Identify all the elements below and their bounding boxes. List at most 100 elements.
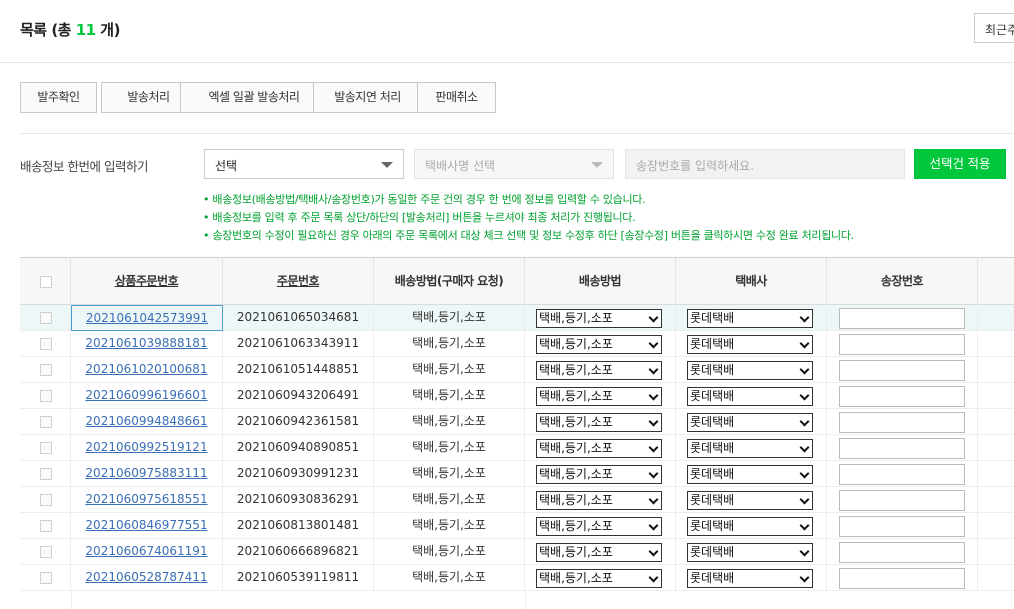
courier-select[interactable]: 롯데택배 — [687, 543, 813, 562]
method-value: 택배,등기,소포 — [539, 467, 613, 481]
invoice-input[interactable] — [839, 334, 965, 355]
page-title: 목록 (총 11 개) — [20, 19, 120, 40]
invoice-input[interactable] — [839, 516, 965, 537]
invoice-input[interactable] — [839, 542, 965, 563]
method-cell: 택배,등기,소포 — [525, 383, 676, 409]
chevron-down-icon — [648, 520, 659, 531]
table-row[interactable]: 2021060996196601 2021060943206491 택배,등기,소포… — [20, 383, 1014, 409]
header-checkbox-cell — [20, 258, 71, 305]
product-order-no-link[interactable]: 2021060975883111 — [71, 461, 223, 487]
select-all-checkbox[interactable] — [40, 276, 52, 288]
product-order-no-link[interactable]: 2021060996196601 — [71, 383, 223, 409]
row-checkbox[interactable] — [40, 416, 52, 428]
method-select[interactable]: 택배,등기,소포 — [536, 309, 662, 328]
product-order-no-link[interactable]: 2021060975618551 — [71, 487, 223, 513]
method-select[interactable]: 택배,등기,소포 — [536, 335, 662, 354]
courier-select[interactable]: 롯데택배 — [687, 387, 813, 406]
courier-select[interactable]: 롯데택배 — [687, 309, 813, 328]
confirm-order-button[interactable]: 발주확인 — [20, 82, 97, 113]
order-no: 2021060940890851 — [223, 435, 374, 461]
row-checkbox[interactable] — [40, 468, 52, 480]
requested-method: 택배,등기,소포 — [374, 539, 525, 565]
courier-select[interactable]: 롯데택배 — [687, 335, 813, 354]
row-checkbox-cell — [20, 357, 71, 383]
order-no: 2021060930991231 — [223, 461, 374, 487]
cancel-sale-button[interactable]: 판매취소 — [417, 82, 496, 113]
row-checkbox[interactable] — [40, 546, 52, 558]
product-order-no-link[interactable]: 2021060846977551 — [71, 513, 223, 539]
courier-cell: 롯데택배 — [676, 565, 827, 591]
product-order-no-link[interactable]: 2021061042573991 — [71, 305, 223, 331]
chevron-down-icon — [648, 468, 659, 479]
table-row[interactable]: 2021060994848661 2021060942361581 택배,등기,소포… — [20, 409, 1014, 435]
row-checkbox[interactable] — [40, 364, 52, 376]
table-row[interactable]: 2021061042573991 2021061065034681 택배,등기,소포… — [20, 305, 1014, 331]
row-checkbox[interactable] — [40, 338, 52, 350]
bulk-method-select[interactable]: 선택 — [204, 149, 404, 179]
method-select[interactable]: 택배,등기,소포 — [536, 543, 662, 562]
courier-select[interactable]: 롯데택배 — [687, 439, 813, 458]
bulk-courier-select[interactable]: 택배사명 선택 — [414, 149, 614, 179]
sort-select[interactable]: 최근주 — [974, 13, 1014, 43]
order-no: 2021060943206491 — [223, 383, 374, 409]
requested-method: 택배,등기,소포 — [374, 357, 525, 383]
table-row[interactable]: 2021060975618551 2021060930836291 택배,등기,소포… — [20, 487, 1014, 513]
table-row[interactable]: 2021060846977551 2021060813801481 택배,등기,소포… — [20, 513, 1014, 539]
header-product-order-no[interactable]: 상품주문번호 — [71, 258, 223, 305]
apply-selected-button[interactable]: 선택건 적용 — [914, 149, 1006, 179]
method-select[interactable]: 택배,등기,소포 — [536, 517, 662, 536]
courier-value: 롯데택배 — [690, 441, 735, 455]
order-no: 2021061065034681 — [223, 305, 374, 331]
product-order-no-link[interactable]: 2021060992519121 — [71, 435, 223, 461]
invoice-input[interactable] — [839, 490, 965, 511]
row-checkbox[interactable] — [40, 520, 52, 532]
invoice-input[interactable] — [839, 438, 965, 459]
table-row[interactable]: 2021060528787411 2021060539119811 택배,등기,소포… — [20, 565, 1014, 591]
table-row[interactable]: 2021060975883111 2021060930991231 택배,등기,소포… — [20, 461, 1014, 487]
courier-select[interactable]: 롯데택배 — [687, 491, 813, 510]
row-checkbox[interactable] — [40, 572, 52, 584]
product-order-no-link[interactable]: 2021060528787411 — [71, 565, 223, 591]
courier-select[interactable]: 롯데택배 — [687, 569, 813, 588]
product-order-no-link[interactable]: 2021060674061191 — [71, 539, 223, 565]
method-select[interactable]: 택배,등기,소포 — [536, 465, 662, 484]
product-order-no-link[interactable]: 2021061039888181 — [71, 331, 223, 357]
invoice-input[interactable] — [839, 412, 965, 433]
courier-value: 롯데택배 — [690, 337, 735, 351]
product-order-no-link[interactable]: 2021061020100681 — [71, 357, 223, 383]
method-select[interactable]: 택배,등기,소포 — [536, 569, 662, 588]
method-select[interactable]: 택배,등기,소포 — [536, 413, 662, 432]
bulk-method-value: 선택 — [215, 159, 238, 173]
row-checkbox[interactable] — [40, 494, 52, 506]
excel-bulk-ship-button[interactable]: 엑셀 일괄 발송처리 — [180, 82, 328, 113]
bulk-invoice-input[interactable]: 송장번호를 입력하세요. — [625, 149, 905, 179]
courier-select[interactable]: 롯데택배 — [687, 465, 813, 484]
method-select[interactable]: 택배,등기,소포 — [536, 361, 662, 380]
requested-method: 택배,등기,소포 — [374, 565, 525, 591]
courier-select[interactable]: 롯데택배 — [687, 413, 813, 432]
chevron-down-icon — [648, 572, 659, 583]
invoice-input[interactable] — [839, 464, 965, 485]
method-select[interactable]: 택배,등기,소포 — [536, 387, 662, 406]
chevron-down-icon — [648, 442, 659, 453]
order-no: 2021060942361581 — [223, 409, 374, 435]
table-row[interactable]: 2021060674061191 2021060666896821 택배,등기,소포… — [20, 539, 1014, 565]
ship-delay-button[interactable]: 발송지연 처리 — [313, 82, 422, 113]
table-row[interactable]: 2021060992519121 2021060940890851 택배,등기,소포… — [20, 435, 1014, 461]
method-cell: 택배,등기,소포 — [525, 409, 676, 435]
row-checkbox[interactable] — [40, 442, 52, 454]
invoice-input[interactable] — [839, 568, 965, 589]
invoice-input[interactable] — [839, 308, 965, 329]
method-select[interactable]: 택배,등기,소포 — [536, 439, 662, 458]
invoice-input[interactable] — [839, 386, 965, 407]
header-order-no[interactable]: 주문번호 — [223, 258, 374, 305]
row-checkbox[interactable] — [40, 312, 52, 324]
product-order-no-link[interactable]: 2021060994848661 — [71, 409, 223, 435]
courier-select[interactable]: 롯데택배 — [687, 517, 813, 536]
row-checkbox[interactable] — [40, 390, 52, 402]
method-select[interactable]: 택배,등기,소포 — [536, 491, 662, 510]
invoice-input[interactable] — [839, 360, 965, 381]
courier-select[interactable]: 롯데택배 — [687, 361, 813, 380]
table-row[interactable]: 2021061039888181 2021061063343911 택배,등기,소포… — [20, 331, 1014, 357]
table-row[interactable]: 2021061020100681 2021061051448851 택배,등기,소포… — [20, 357, 1014, 383]
